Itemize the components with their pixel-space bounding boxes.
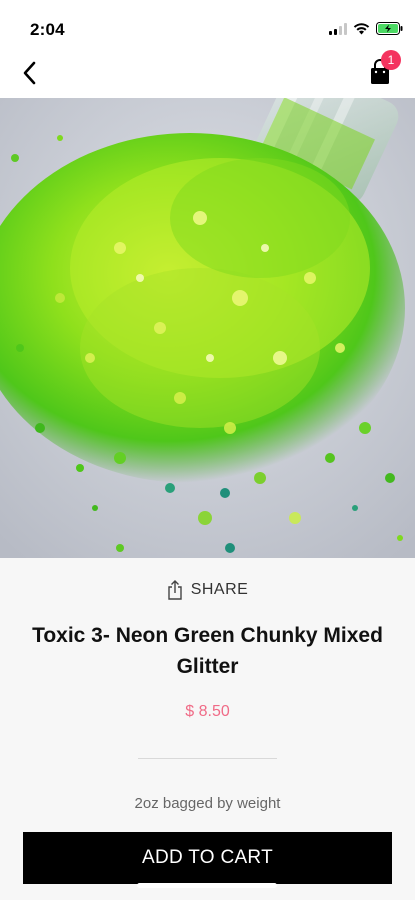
divider	[138, 758, 277, 759]
nav-bar: 1	[0, 48, 415, 98]
status-time: 2:04	[30, 20, 65, 39]
product-title: Toxic 3- Neon Green Chunky Mixed Glitter	[32, 624, 383, 678]
battery-charging-icon	[376, 22, 403, 35]
product-details: SHARE Toxic 3- Neon Green Chunky Mixed G…	[0, 558, 415, 900]
add-to-cart-button[interactable]: ADD TO CART	[23, 832, 392, 884]
cart-count-badge: 1	[381, 50, 401, 70]
cart-button[interactable]: 1	[363, 50, 401, 90]
back-button[interactable]	[14, 58, 44, 88]
product-description: 2oz bagged by weight	[134, 795, 281, 812]
status-icons	[329, 22, 403, 35]
share-button[interactable]: SHARE	[0, 580, 415, 600]
product-image	[0, 98, 415, 558]
status-bar: 2:04	[0, 0, 415, 48]
home-indicator	[137, 883, 277, 888]
wifi-icon	[353, 22, 370, 34]
chevron-left-icon	[23, 61, 36, 85]
share-label: SHARE	[190, 581, 249, 598]
glitter-photo	[0, 98, 415, 558]
signal-icon	[329, 22, 347, 35]
share-icon	[167, 580, 182, 600]
product-price: $ 8.50	[185, 703, 230, 720]
